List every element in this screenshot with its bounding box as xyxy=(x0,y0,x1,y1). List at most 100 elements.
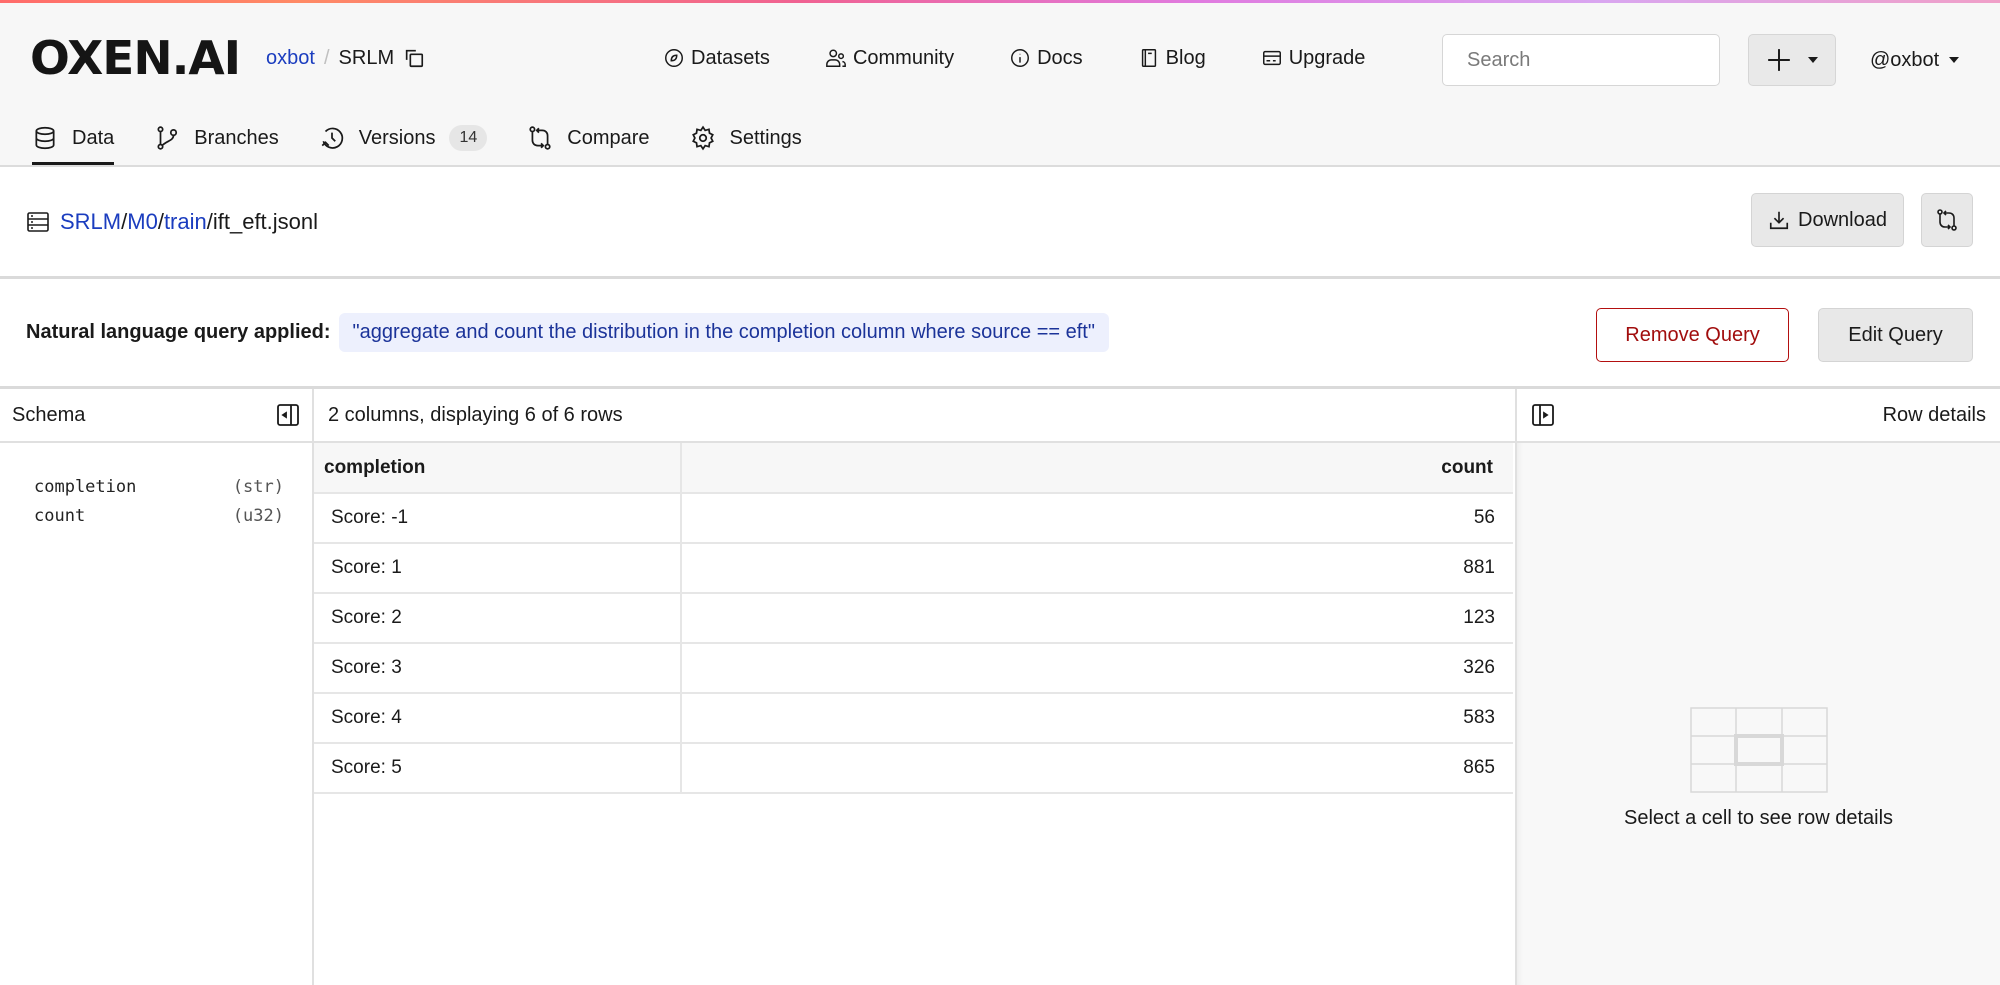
book-icon xyxy=(1141,49,1156,67)
table-cell[interactable]: Score: 5 xyxy=(314,743,682,794)
repo-breadcrumb: oxbot / SRLM xyxy=(266,47,425,70)
table-cell[interactable]: 123 xyxy=(681,593,1513,644)
nav-blog[interactable]: Blog xyxy=(1138,47,1206,70)
schema-field-type: (str) xyxy=(232,477,284,497)
credit-card-icon xyxy=(1262,50,1281,66)
versions-count-badge: 14 xyxy=(449,125,488,151)
compare-button[interactable] xyxy=(1921,193,1973,247)
table-cell[interactable]: Score: 2 xyxy=(314,593,682,644)
repo-name: SRLM xyxy=(338,46,395,69)
nav-datasets[interactable]: Datasets xyxy=(663,47,770,70)
table-row[interactable]: Score: 2 123 xyxy=(314,593,1513,644)
search-box[interactable] xyxy=(1442,34,1732,86)
branch-icon xyxy=(157,126,178,150)
table-row[interactable]: Score: 4 583 xyxy=(314,693,1513,744)
table-row[interactable]: Score: 1 881 xyxy=(314,543,1513,594)
current-file-name: ift_eft.jsonl xyxy=(212,208,319,234)
file-path-bar: SRLM/M0/train/ift_eft.jsonl xyxy=(0,167,2000,279)
compare-icon xyxy=(529,126,551,150)
edit-query-button[interactable]: Edit Query xyxy=(1818,308,1973,362)
tab-settings[interactable]: Settings xyxy=(690,111,802,163)
users-icon xyxy=(826,49,846,67)
schema-title: Schema xyxy=(12,403,86,426)
plus-icon xyxy=(1768,49,1790,71)
server-icon xyxy=(27,211,49,232)
tab-versions[interactable]: Versions 14 xyxy=(319,111,488,163)
tab-branches[interactable]: Branches xyxy=(154,111,279,163)
copy-icon[interactable] xyxy=(403,47,425,69)
oxen-logo[interactable]: OXEN.AI xyxy=(30,31,241,85)
breadcrumb-segment[interactable]: M0 xyxy=(127,209,158,234)
schema-panel: Schema completion (str) count (u32) xyxy=(0,389,314,985)
nav-datasets-label: Datasets xyxy=(691,46,770,69)
table-cell[interactable]: 865 xyxy=(681,743,1513,794)
table-panel: 2 columns, displaying 6 of 6 rows comple… xyxy=(314,389,1515,985)
table-row[interactable]: Score: 3 326 xyxy=(314,643,1513,694)
tab-branches-label: Branches xyxy=(194,126,279,149)
table-row[interactable]: Score: 5 865 xyxy=(314,743,1513,794)
table-header-row: completion count xyxy=(314,443,1513,494)
nav-docs-label: Docs xyxy=(1037,46,1083,69)
nav-upgrade[interactable]: Upgrade xyxy=(1261,46,1366,70)
tab-compare[interactable]: Compare xyxy=(527,111,650,163)
compare-icon xyxy=(1937,209,1957,231)
table-cell[interactable]: 881 xyxy=(681,543,1513,594)
user-handle: @oxbot xyxy=(1870,48,1940,71)
schema-field[interactable]: count (u32) xyxy=(34,502,284,531)
table-cell[interactable]: Score: 4 xyxy=(314,693,682,744)
row-details-panel: Row details Select a cell to see row det… xyxy=(1515,389,2000,985)
remove-query-button[interactable]: Remove Query xyxy=(1596,308,1789,362)
breadcrumb-segment[interactable]: SRLM xyxy=(60,209,121,234)
caret-down-icon xyxy=(1808,57,1818,63)
top-header: OXEN.AI oxbot / SRLM Datasets Community … xyxy=(0,3,2000,167)
table-row[interactable]: Score: -1 56 xyxy=(314,493,1513,544)
table-cell[interactable]: Score: 3 xyxy=(314,643,682,694)
table-cell[interactable]: 56 xyxy=(681,493,1513,544)
tab-versions-label: Versions xyxy=(358,126,436,149)
breadcrumb-separator: / xyxy=(323,46,330,69)
tab-settings-label: Settings xyxy=(729,126,802,149)
table-cell[interactable]: Score: 1 xyxy=(314,543,682,594)
query-label: Natural language query applied: xyxy=(26,321,331,343)
table-summary-header: 2 columns, displaying 6 of 6 rows xyxy=(314,389,1515,443)
tab-data-label: Data xyxy=(72,126,115,149)
compass-icon xyxy=(665,49,683,67)
info-icon xyxy=(1011,49,1030,67)
column-header-count[interactable]: count xyxy=(681,443,1513,494)
schema-field-name: count xyxy=(34,506,86,526)
download-button[interactable]: Download xyxy=(1751,193,1904,247)
row-details-header: Row details xyxy=(1517,389,2000,443)
tab-data[interactable]: Data xyxy=(32,111,115,165)
repo-tabs: Data Branches Versions 14 Compare Settin… xyxy=(32,111,842,165)
schema-field-list: completion (str) count (u32) xyxy=(0,443,312,531)
top-navigation: Datasets Community Docs Blog Upgrade xyxy=(663,3,1420,113)
query-text-chip: "aggregate and count the distribution in… xyxy=(338,313,1109,352)
table-cell[interactable]: Score: -1 xyxy=(314,493,682,544)
nav-docs[interactable]: Docs xyxy=(1009,47,1083,70)
breadcrumb-segment[interactable]: train xyxy=(164,209,207,234)
tab-compare-label: Compare xyxy=(567,126,650,149)
search-input[interactable] xyxy=(1467,48,1732,72)
expand-panel-icon[interactable] xyxy=(1531,403,1555,427)
history-icon xyxy=(321,127,343,149)
nav-upgrade-label: Upgrade xyxy=(1288,46,1366,69)
database-icon xyxy=(35,126,55,150)
column-header-completion[interactable]: completion xyxy=(314,443,682,494)
row-details-empty-message: Select a cell to see row details xyxy=(1623,807,1894,829)
repo-owner-link[interactable]: oxbot xyxy=(266,47,315,70)
data-view: Schema completion (str) count (u32) 2 co… xyxy=(0,389,2000,985)
schema-field-name: completion xyxy=(34,477,137,497)
nav-community[interactable]: Community xyxy=(825,47,954,70)
table-cell[interactable]: 326 xyxy=(681,643,1513,694)
collapse-panel-icon[interactable] xyxy=(276,403,300,427)
caret-down-icon xyxy=(1949,57,1960,63)
schema-field[interactable]: completion (str) xyxy=(34,473,284,502)
table-grid-icon xyxy=(1689,707,1828,793)
table-cell[interactable]: 583 xyxy=(681,693,1513,744)
user-menu[interactable]: @oxbot xyxy=(1870,34,1960,86)
row-details-empty-state: Select a cell to see row details xyxy=(1517,707,2000,830)
row-details-title: Row details xyxy=(1882,403,1986,426)
create-new-button[interactable] xyxy=(1748,34,1836,86)
download-label: Download xyxy=(1798,208,1887,231)
nav-community-label: Community xyxy=(852,46,955,69)
